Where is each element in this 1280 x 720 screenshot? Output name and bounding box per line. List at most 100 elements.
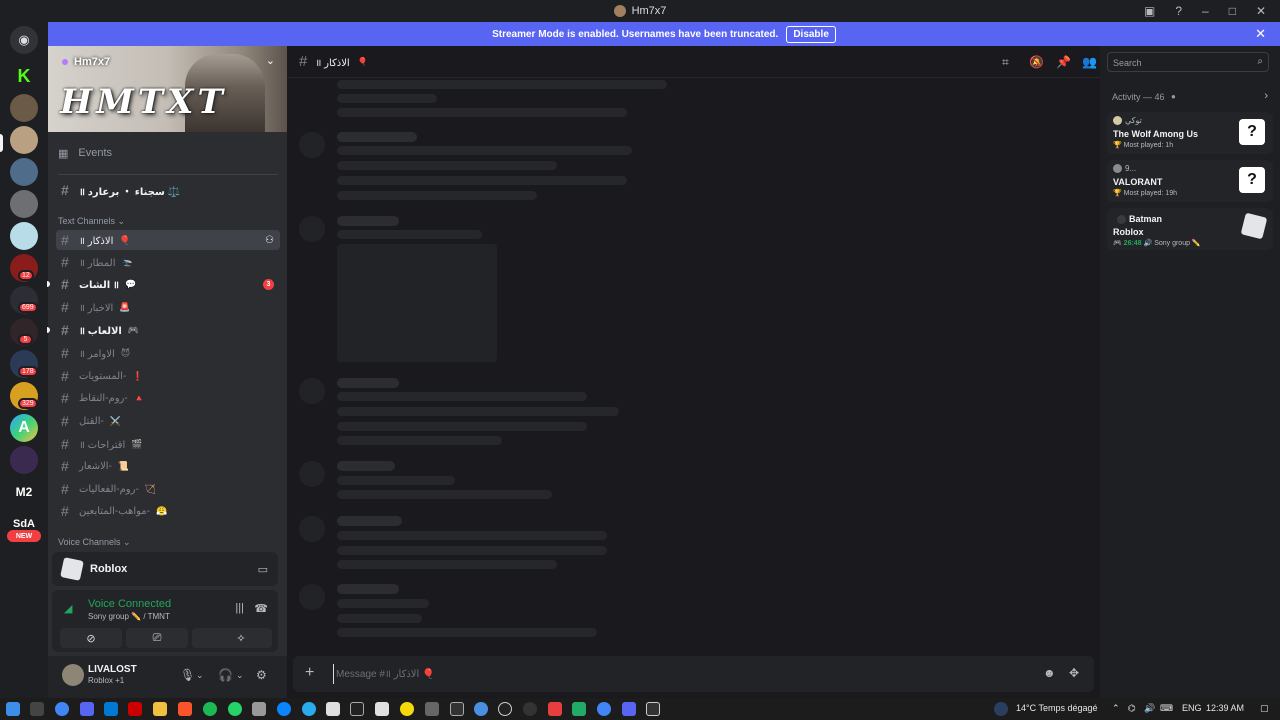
microphone-icon[interactable]: 🎙 bbox=[180, 668, 195, 682]
weather-icon[interactable] bbox=[994, 702, 1008, 716]
chevron-down-icon[interactable]: ⌄ bbox=[196, 670, 204, 681]
category-text-channels[interactable]: Text Channels ⌄ bbox=[58, 216, 125, 227]
member-list-icon[interactable]: 👥 bbox=[1082, 55, 1097, 69]
app-icon[interactable] bbox=[474, 702, 488, 716]
app-icon[interactable] bbox=[646, 702, 660, 716]
spotify-icon[interactable] bbox=[203, 702, 217, 716]
voice-channel-info[interactable]: Sony group ✏️ / TMNT bbox=[88, 612, 170, 621]
epic-games-icon[interactable] bbox=[350, 702, 364, 716]
user-avatar[interactable] bbox=[62, 664, 84, 686]
maximize-button[interactable]: □ bbox=[1229, 4, 1236, 18]
edge-icon[interactable] bbox=[277, 702, 291, 716]
search-input[interactable] bbox=[1113, 56, 1243, 69]
camera-off-button[interactable]: ⊘ bbox=[60, 628, 122, 648]
file-explorer-icon[interactable] bbox=[153, 702, 167, 716]
github-icon[interactable] bbox=[498, 702, 512, 716]
clock[interactable]: 12:39 AM bbox=[1206, 703, 1244, 713]
channel-item-pinned[interactable]: # ॥ سجناء ・ برعارد ⚖️ bbox=[56, 180, 280, 200]
disconnect-icon[interactable]: ☎ bbox=[254, 602, 268, 615]
gear-icon[interactable]: ⚙ bbox=[256, 668, 267, 682]
server-icon-a[interactable]: A bbox=[10, 414, 38, 442]
server-icon-selected[interactable] bbox=[10, 126, 38, 154]
channel-item-active[interactable]: # ॥ الاذكار 🎈 ⚇ bbox=[56, 230, 280, 250]
chevron-right-icon[interactable]: › bbox=[1264, 90, 1268, 102]
server-icon[interactable] bbox=[10, 158, 38, 186]
channel-item[interactable]: # ॥ المطار 🛬 bbox=[56, 252, 280, 272]
windows-start-icon[interactable] bbox=[6, 702, 20, 716]
noise-suppression-icon[interactable]: ||| bbox=[235, 602, 244, 614]
brave-icon[interactable] bbox=[178, 702, 192, 716]
channel-item[interactable]: # مواهب-المتابعين- 😤 bbox=[56, 501, 280, 521]
server-icon-kick[interactable]: K bbox=[10, 62, 38, 90]
tray-expand-icon[interactable]: ⌃ bbox=[1112, 703, 1120, 714]
app-icon[interactable] bbox=[450, 702, 464, 716]
chrome-icon[interactable] bbox=[597, 702, 611, 716]
help-icon[interactable]: ? bbox=[1175, 4, 1182, 18]
weather-text[interactable]: 14°C Temps dégagé bbox=[1016, 703, 1098, 713]
app-icon[interactable] bbox=[622, 702, 636, 716]
apps-icon[interactable]: ✥ bbox=[1069, 666, 1079, 680]
close-window-button[interactable]: ✕ bbox=[1256, 4, 1266, 18]
disable-button[interactable]: Disable bbox=[786, 25, 836, 43]
pin-icon[interactable]: 📌 bbox=[1056, 55, 1071, 69]
channel-item[interactable]: # الشات ॥ 💬 3 bbox=[56, 274, 280, 294]
close-icon[interactable]: ✕ bbox=[1255, 26, 1266, 42]
channel-item[interactable]: # المستويات- ❗ bbox=[56, 366, 280, 386]
add-member-icon[interactable]: ⚇ bbox=[265, 235, 274, 246]
language-indicator[interactable]: ENG bbox=[1182, 703, 1202, 713]
server-icon[interactable] bbox=[10, 446, 38, 474]
chrome-icon[interactable] bbox=[55, 702, 69, 716]
category-voice-channels[interactable]: Voice Channels ⌄ bbox=[58, 537, 131, 548]
voice-status[interactable]: Voice Connected bbox=[88, 598, 171, 610]
volume-icon[interactable]: 🔊 bbox=[1144, 703, 1155, 714]
server-icon[interactable] bbox=[10, 190, 38, 218]
soundboard-button[interactable]: ✧ bbox=[210, 628, 272, 648]
whatsapp-icon[interactable] bbox=[228, 702, 242, 716]
activity-card[interactable]: توكي The Wolf Among Us 🏆 Most played: 1h… bbox=[1107, 112, 1273, 154]
threads-icon[interactable]: ⌗ bbox=[1002, 55, 1009, 70]
channel-item[interactable]: # روم-الفعاليات- 🏹 bbox=[56, 479, 280, 499]
keyboard-icon[interactable]: ⌨ bbox=[1160, 703, 1173, 714]
server-icon-m2[interactable]: M2 bbox=[10, 478, 38, 506]
app-icon[interactable] bbox=[548, 702, 562, 716]
minimize-button[interactable]: – bbox=[1202, 4, 1209, 18]
server-icon[interactable] bbox=[10, 222, 38, 250]
chevron-down-icon[interactable]: ⌄ bbox=[236, 670, 244, 681]
task-view-icon[interactable] bbox=[30, 702, 44, 716]
activity-card[interactable]: 9... VALORANT 🏆 Most played: 19h ? bbox=[1107, 160, 1273, 202]
channel-item[interactable]: # ॥ اقتراحات 🎬 bbox=[56, 434, 280, 454]
discord-home-icon[interactable]: ◉ bbox=[10, 26, 38, 54]
channel-item[interactable]: # ॥ الالعاب 🎮 bbox=[56, 320, 280, 340]
channel-item[interactable]: # ॥ الاخبار 🚨 bbox=[56, 297, 280, 317]
channel-item[interactable]: # روم-النقاط- 🔺 bbox=[56, 388, 280, 408]
app-icon[interactable] bbox=[523, 702, 537, 716]
network-icon[interactable]: ⌬ bbox=[1128, 703, 1136, 714]
channel-item[interactable]: # ॥ الاوامر 😈 bbox=[56, 343, 280, 363]
app-icon[interactable] bbox=[375, 702, 389, 716]
notification-icon[interactable]: ▢ bbox=[1260, 703, 1269, 714]
app-icon[interactable] bbox=[425, 702, 439, 716]
app-icon[interactable] bbox=[572, 702, 586, 716]
info-icon[interactable]: ● bbox=[1171, 92, 1176, 101]
server-icon[interactable] bbox=[10, 94, 38, 122]
app-icon[interactable] bbox=[326, 702, 340, 716]
inbox-icon[interactable]: ▣ bbox=[1144, 4, 1155, 18]
chevron-down-icon[interactable]: ⌄ bbox=[266, 54, 275, 67]
activity-card[interactable]: Batman Roblox 🎮 26:48 🔊 Sony group ✏️ bbox=[1107, 208, 1273, 250]
vscode-icon[interactable] bbox=[104, 702, 118, 716]
channel-item[interactable]: # الاشعار- 📜 bbox=[56, 456, 280, 476]
username[interactable]: LIVALOST bbox=[88, 664, 137, 675]
notification-mute-icon[interactable]: 🔕 bbox=[1029, 55, 1044, 69]
screen-share-icon[interactable]: ▭ bbox=[258, 563, 268, 576]
app-icon[interactable] bbox=[128, 702, 142, 716]
app-icon[interactable] bbox=[400, 702, 414, 716]
emoji-icon[interactable]: ☻ bbox=[1043, 666, 1056, 680]
message-input[interactable] bbox=[333, 664, 1013, 684]
events-item[interactable]: ▦ Events bbox=[58, 142, 112, 164]
discord-icon[interactable] bbox=[80, 702, 94, 716]
app-icon[interactable] bbox=[252, 702, 266, 716]
search-box[interactable]: ⌕ bbox=[1107, 52, 1269, 72]
headphones-icon[interactable]: 🎧 bbox=[218, 668, 233, 682]
telegram-icon[interactable] bbox=[302, 702, 316, 716]
share-screen-button[interactable]: ⎚ bbox=[126, 628, 188, 648]
